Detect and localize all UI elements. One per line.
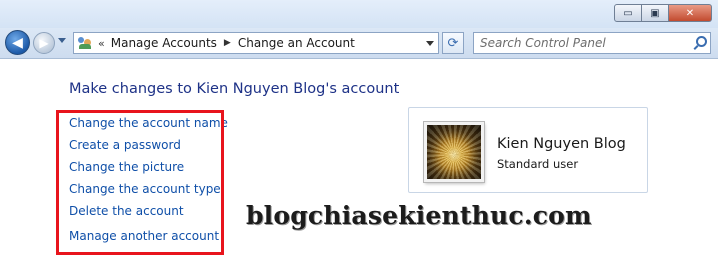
forward-arrow-icon: ▶ <box>39 36 49 50</box>
window-caption-buttons: ▭ ▣ ✕ <box>614 4 712 22</box>
minimize-button[interactable]: ▭ <box>614 4 642 22</box>
refresh-icon: ⟳ <box>447 35 459 51</box>
title-bar: ▭ ▣ ✕ <box>0 0 718 28</box>
breadcrumb-manage-accounts[interactable]: Manage Accounts <box>111 36 217 50</box>
breadcrumb-change-an-account[interactable]: Change an Account <box>238 36 355 50</box>
refresh-button[interactable]: ⟳ <box>442 32 464 54</box>
watermark-text: blogchiasekienthuc.com <box>246 201 592 230</box>
account-card: Kien Nguyen Blog Standard user <box>408 107 648 193</box>
recent-pages-dropdown-icon[interactable] <box>58 38 66 43</box>
address-dropdown-icon[interactable] <box>426 40 434 46</box>
close-icon: ✕ <box>685 7 695 19</box>
breadcrumb-overflow-button[interactable]: « <box>98 37 105 50</box>
account-name: Kien Nguyen Blog <box>497 136 626 152</box>
back-arrow-icon: ◀ <box>12 34 23 51</box>
navigation-bar: ◀ ▶ « Manage Accounts ▶ Change an Accoun… <box>0 28 718 59</box>
back-button[interactable]: ◀ <box>5 30 30 55</box>
breadcrumb-arrow-icon[interactable]: ▶ <box>224 38 231 48</box>
close-button[interactable]: ✕ <box>669 4 712 22</box>
account-picture <box>424 122 484 182</box>
account-type: Standard user <box>497 157 579 171</box>
forward-button[interactable]: ▶ <box>33 32 55 54</box>
red-highlight-box <box>56 110 224 255</box>
maximize-icon: ▣ <box>650 7 660 19</box>
search-input[interactable] <box>474 34 692 52</box>
address-bar[interactable]: « Manage Accounts ▶ Change an Account <box>73 32 439 54</box>
main-content: Make changes to Kien Nguyen Blog's accou… <box>0 59 718 259</box>
page-title: Make changes to Kien Nguyen Blog's accou… <box>69 81 400 97</box>
minimize-icon: ▭ <box>623 7 633 19</box>
users-icon <box>77 36 93 50</box>
maximize-button[interactable]: ▣ <box>642 4 669 22</box>
search-icon[interactable] <box>692 34 710 52</box>
search-box <box>473 32 711 54</box>
